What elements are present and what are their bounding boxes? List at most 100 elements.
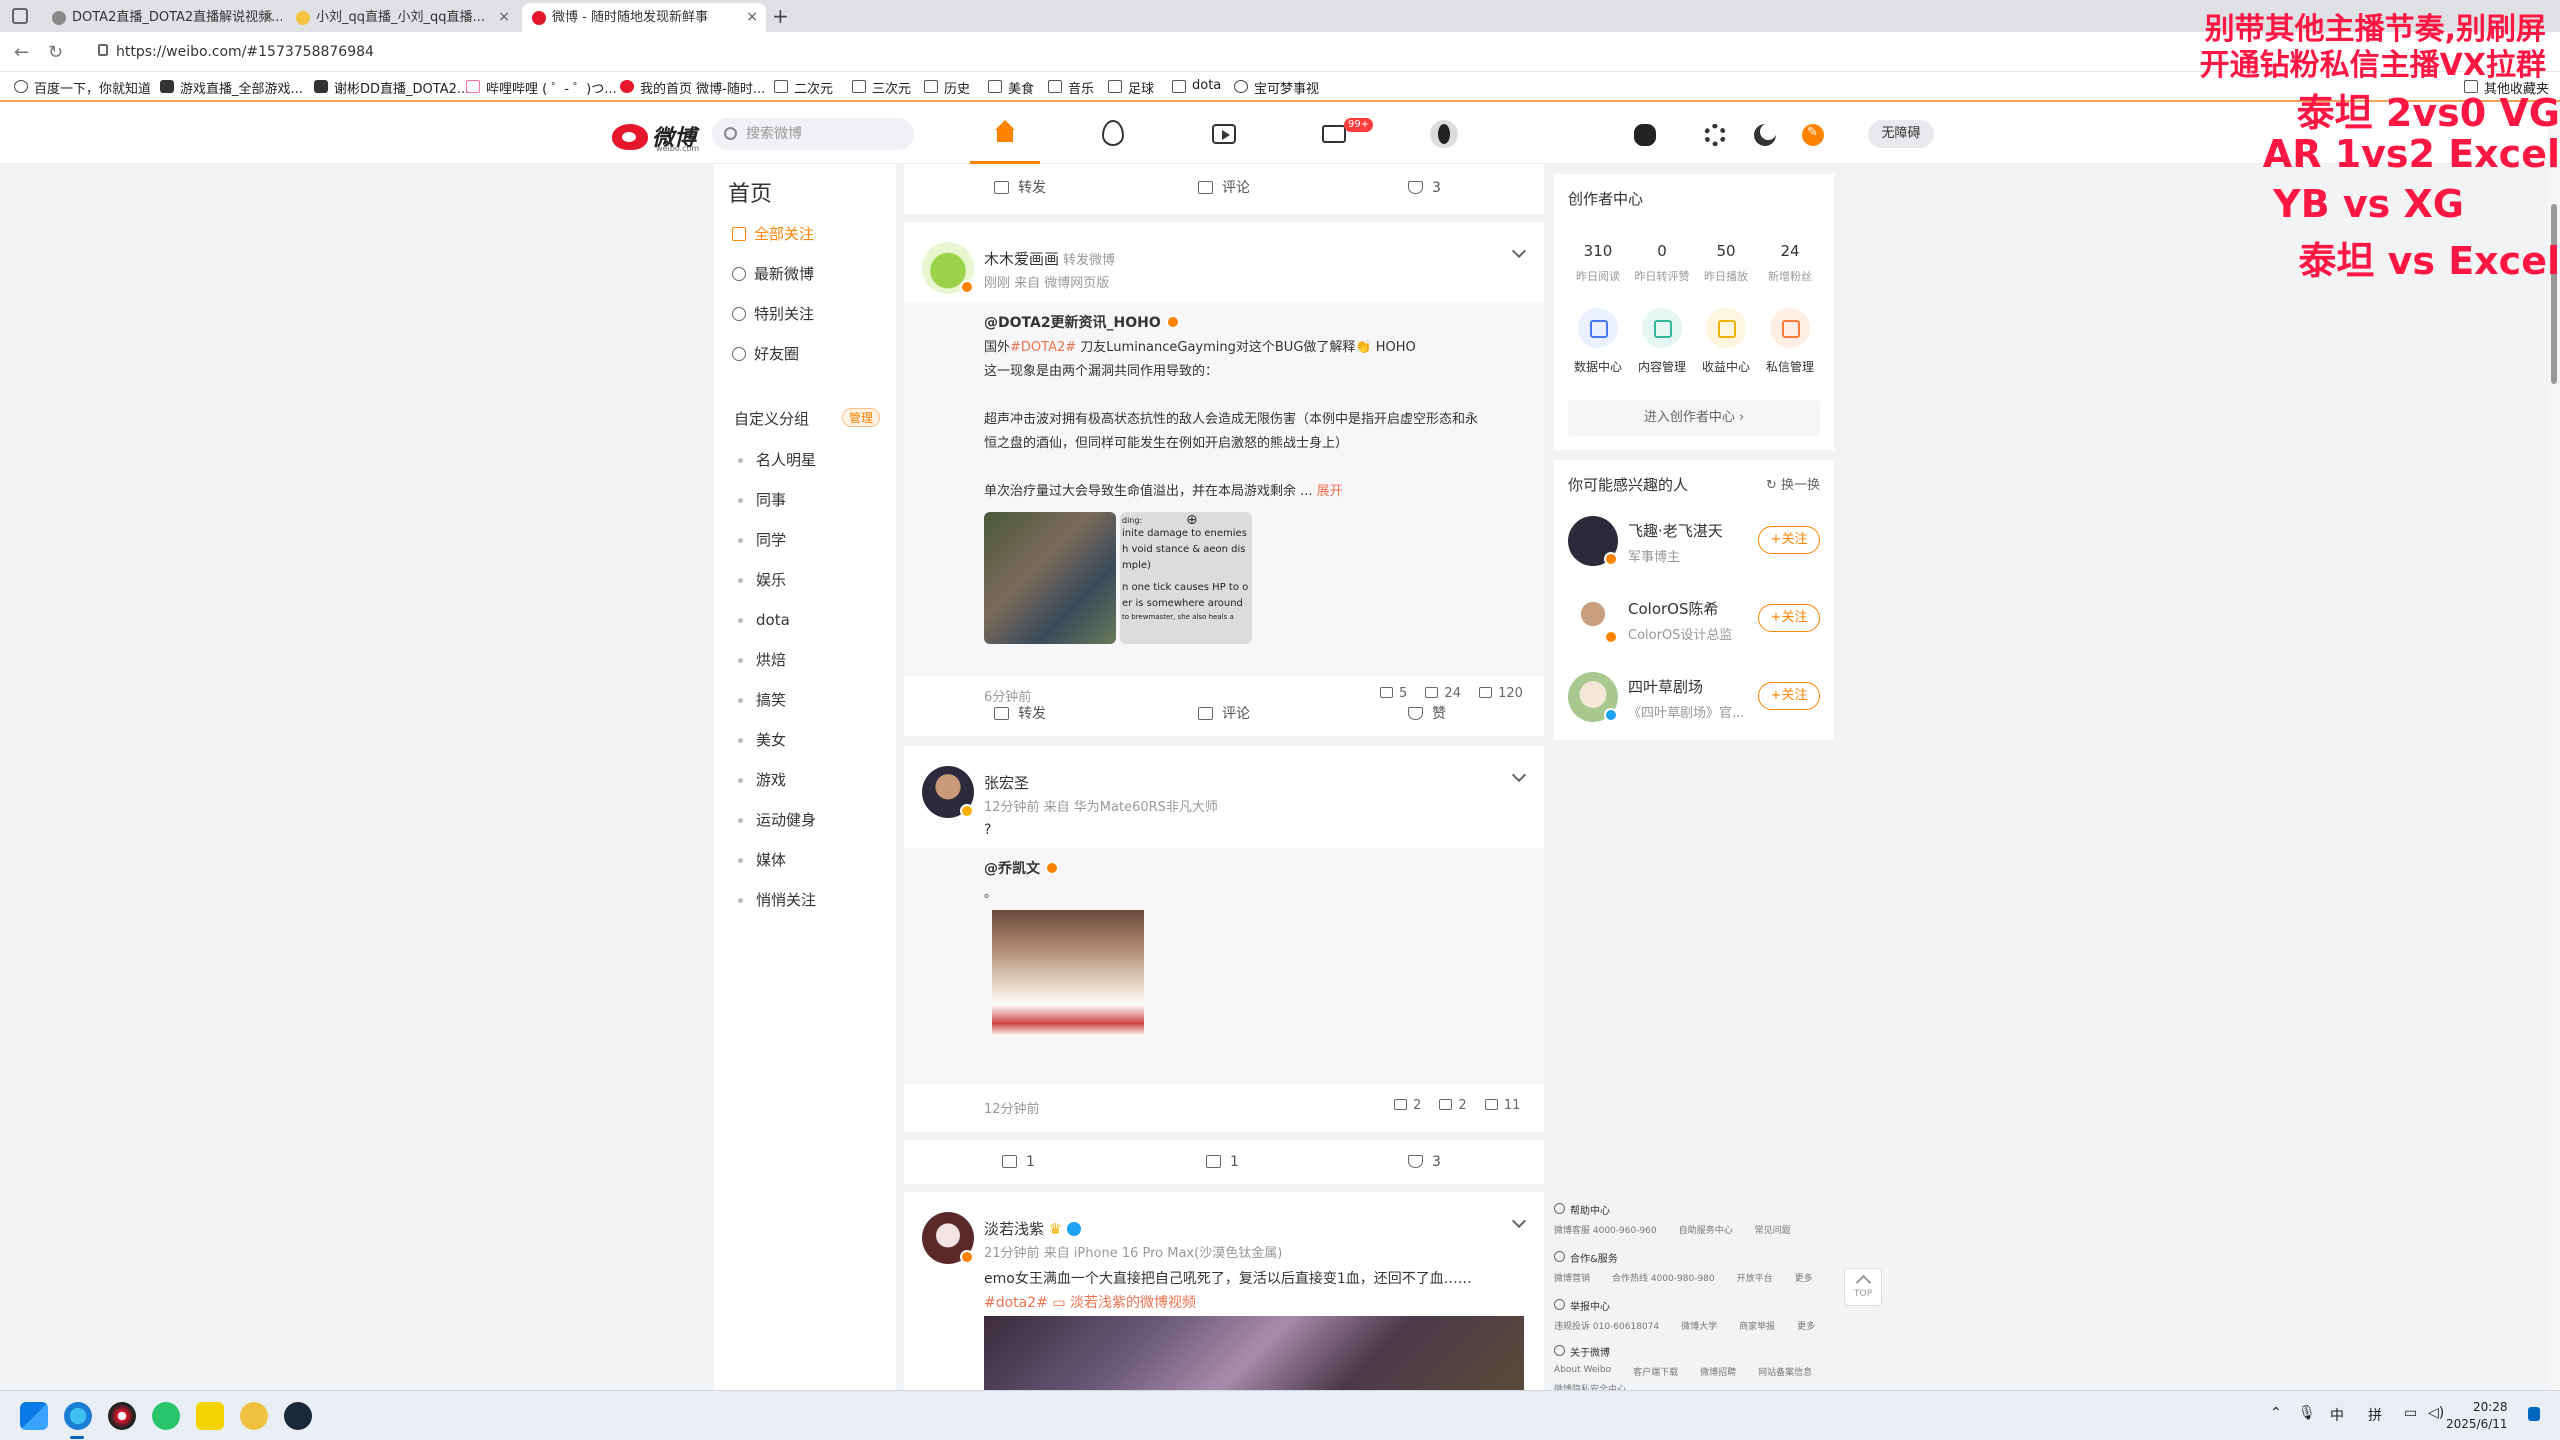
message-icon[interactable] xyxy=(1322,125,1346,143)
ime-mode[interactable]: 中 xyxy=(2330,1405,2344,1425)
video-thumbnail[interactable] xyxy=(984,1316,1524,1390)
footer-link[interactable]: 微博营销 xyxy=(1554,1271,1590,1284)
ime-pinyin[interactable]: 拼 xyxy=(2368,1405,2382,1425)
tab-weibo[interactable]: 微博 - 随时随地发现新鲜事 × xyxy=(522,3,766,32)
bookmark-bilibili[interactable]: 哔哩哔哩 ( ゜- ゜)つ... xyxy=(466,78,617,97)
dm-manage-button[interactable]: 私信管理 xyxy=(1758,308,1822,375)
like-button[interactable]: 赞 xyxy=(1408,704,1446,724)
data-center-button[interactable]: 数据中心 xyxy=(1566,308,1630,375)
comment-button[interactable]: 1 xyxy=(1206,1152,1239,1172)
post-image-bath[interactable] xyxy=(992,910,1144,1036)
hot-icon[interactable] xyxy=(1102,120,1124,146)
footer-link[interactable]: 自助服务中心 xyxy=(1679,1223,1733,1236)
group-item[interactable]: 美女 xyxy=(737,726,786,754)
income-center-button[interactable]: 收益中心 xyxy=(1694,308,1758,375)
monitor-icon[interactable]: ▭ xyxy=(2404,1405,2417,1421)
chevron-down-icon[interactable] xyxy=(1511,767,1527,783)
new-tab-button[interactable]: + xyxy=(772,4,789,28)
creator-stat[interactable]: 0 昨日转评赞 xyxy=(1630,242,1694,284)
nav-friends[interactable]: 好友圈 xyxy=(732,340,799,368)
steam-icon[interactable] xyxy=(284,1402,312,1430)
home-icon[interactable] xyxy=(992,120,1018,146)
wechat-icon[interactable] xyxy=(152,1402,180,1430)
chevron-up-icon[interactable]: ⌃ xyxy=(2270,1405,2282,1421)
footer-link[interactable]: 开放平台 xyxy=(1737,1271,1773,1284)
footer-link[interactable]: 商家举报 xyxy=(1739,1319,1775,1332)
expand-link[interactable]: 展开 xyxy=(1317,484,1343,499)
repost-button[interactable]: 转发 xyxy=(994,178,1046,198)
group-item[interactable]: 烘焙 xyxy=(737,646,786,674)
dark-mode-icon[interactable] xyxy=(1754,124,1776,146)
back-icon[interactable]: ← xyxy=(14,42,29,63)
footer-link[interactable]: 微博招聘 xyxy=(1700,1365,1736,1378)
group-item[interactable]: 运动健身 xyxy=(737,806,816,834)
footer-link[interactable]: 客户端下载 xyxy=(1633,1365,1678,1378)
bookmark-folder-football[interactable]: 足球 xyxy=(1108,78,1154,97)
footer-link[interactable]: 合作热线 4000-980-980 xyxy=(1612,1271,1715,1284)
group-item[interactable]: 媒体 xyxy=(737,846,786,874)
footer-link[interactable]: 更多 xyxy=(1797,1319,1815,1332)
bookmark-folder-dota[interactable]: dota xyxy=(1172,78,1221,93)
refresh-button[interactable]: ↻ 换一换 xyxy=(1766,474,1820,493)
nav-special[interactable]: 特别关注 xyxy=(732,300,814,328)
group-item[interactable]: 同事 xyxy=(737,486,786,514)
tab-actions-icon[interactable] xyxy=(12,8,28,24)
cloud-icon[interactable] xyxy=(1634,124,1656,146)
repost-author[interactable]: @DOTA2更新资讯_HOHO xyxy=(984,312,1180,332)
footer-link[interactable]: 违规投诉 010-60618074 xyxy=(1554,1319,1659,1332)
footer-link[interactable]: 微博隐私安全中心 xyxy=(1554,1382,1626,1390)
profile-avatar[interactable] xyxy=(1430,120,1458,148)
bookmark-folder-music[interactable]: 音乐 xyxy=(1048,78,1094,97)
group-item[interactable]: dota xyxy=(738,606,790,634)
suggest-name[interactable]: ColorOS陈希 xyxy=(1628,598,1719,619)
weibo-logo[interactable]: 微博 weibo.com xyxy=(612,116,702,153)
bookmark-folder-history[interactable]: 历史 xyxy=(924,78,970,97)
group-item[interactable]: 娱乐 xyxy=(737,566,786,594)
bookmark-game-live[interactable]: 游戏直播_全部游戏... xyxy=(160,78,303,97)
nav-latest[interactable]: 最新微博 xyxy=(732,260,814,288)
player-icon[interactable] xyxy=(196,1402,224,1430)
footer-link[interactable]: 网站备案信息 xyxy=(1758,1365,1812,1378)
post-image-game[interactable] xyxy=(984,512,1116,644)
follow-button[interactable]: +关注 xyxy=(1758,526,1820,554)
tab-qq-live[interactable]: 小刘_qq直播_小刘_qq直播... × xyxy=(286,3,518,32)
tab-dota2-live[interactable]: DOTA2直播_DOTA2直播解说视频... × xyxy=(42,3,282,32)
search-input[interactable] xyxy=(746,124,906,144)
footer-link[interactable]: 微博客服 4000-960-960 xyxy=(1554,1223,1657,1236)
chevron-down-icon[interactable] xyxy=(1511,243,1527,259)
app-icon[interactable] xyxy=(108,1402,136,1430)
post-author[interactable]: 张宏圣 xyxy=(984,772,1029,793)
group-manage-button[interactable]: 管理 xyxy=(842,408,881,427)
nav-all-follow[interactable]: 全部关注 xyxy=(732,220,814,248)
video-link[interactable]: ▭ 淡若浅紫的微博视频 xyxy=(1052,1295,1196,1311)
group-item[interactable]: 搞笑 xyxy=(737,686,786,714)
follow-button[interactable]: +关注 xyxy=(1758,682,1820,710)
bookmark-weibo[interactable]: 我的首页 微博-随时... xyxy=(620,78,765,97)
suggest-name[interactable]: 飞趣·老飞湛天 xyxy=(1628,520,1723,541)
repost-author[interactable]: @乔凯文 xyxy=(984,858,1059,878)
bookmark-xiebin[interactable]: 谢彬DD直播_DOTA2... xyxy=(314,78,469,97)
hashtag-link[interactable]: #dota2# xyxy=(984,1295,1048,1311)
zoom-icon[interactable]: ⊕ xyxy=(1186,512,1198,528)
video-icon[interactable] xyxy=(1212,124,1236,144)
group-item[interactable]: 同学 xyxy=(737,526,786,554)
like-button[interactable]: 3 xyxy=(1408,178,1441,198)
speaker-icon[interactable]: ◁) xyxy=(2428,1405,2444,1421)
gear-icon[interactable] xyxy=(1704,124,1726,146)
close-tab-icon[interactable]: × xyxy=(746,3,758,32)
page-scrollbar[interactable] xyxy=(2548,104,2560,1390)
group-item[interactable]: 名人明星 xyxy=(737,446,816,474)
post-author[interactable]: 木木爱画画 转发微博 xyxy=(984,248,1115,269)
footer-link[interactable]: 常见问题 xyxy=(1755,1223,1791,1236)
notification-icon[interactable] xyxy=(2528,1407,2540,1421)
windows-start-icon[interactable] xyxy=(20,1402,48,1430)
bookmark-folder-acg[interactable]: 二次元 xyxy=(774,78,833,97)
comment-button[interactable]: 评论 xyxy=(1198,704,1250,724)
post-image-text[interactable]: ding: inite damage to enemies h void sta… xyxy=(1120,512,1252,644)
close-tab-icon[interactable]: × xyxy=(498,3,510,32)
enter-creator-center-button[interactable]: 进入创作者中心 › xyxy=(1568,400,1820,436)
back-to-top-button[interactable]: TOP xyxy=(1844,1268,1882,1306)
follow-button[interactable]: +关注 xyxy=(1758,604,1820,632)
group-item[interactable]: 游戏 xyxy=(737,766,786,794)
post-author[interactable]: 淡若浅紫 ♛ xyxy=(984,1218,1082,1239)
